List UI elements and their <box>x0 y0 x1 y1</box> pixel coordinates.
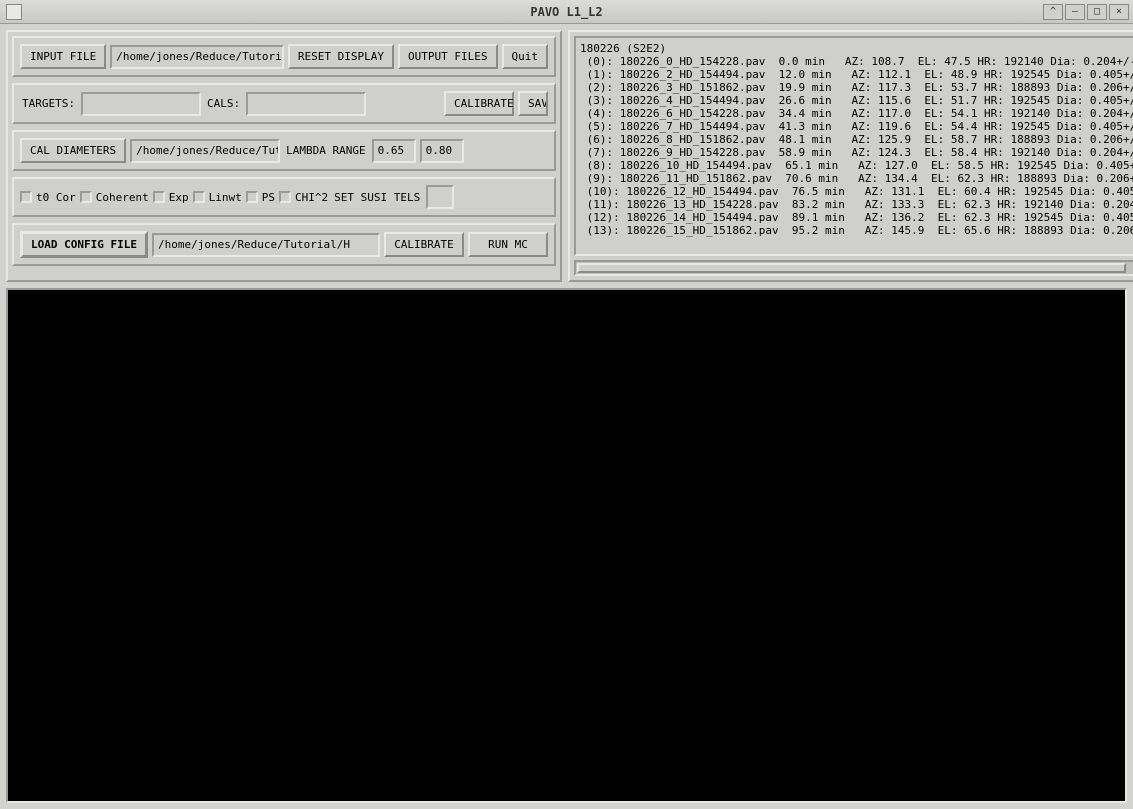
coherent-check[interactable]: Coherent <box>80 191 149 204</box>
load-config-button[interactable]: LOAD CONFIG FILE <box>20 231 148 258</box>
window-title: PAVO L1_L2 <box>0 5 1133 19</box>
app-icon <box>6 4 22 20</box>
log-text[interactable]: 180226 (S2E2) (0): 180226_0_HD_154228.pa… <box>574 36 1133 256</box>
horizontal-scrollbar[interactable] <box>574 260 1133 276</box>
exp-label: Exp <box>169 191 189 204</box>
susi-input[interactable] <box>426 185 454 209</box>
lambda-min-input[interactable]: 0.65 <box>372 139 416 163</box>
close-button[interactable]: × <box>1109 4 1129 20</box>
chi2-check[interactable]: CHI^2 <box>279 191 328 204</box>
t0cor-check[interactable]: t0 Cor <box>20 191 76 204</box>
ps-label: PS <box>262 191 275 204</box>
control-panel: INPUT FILE /home/jones/Reduce/Tutorial/H… <box>6 30 562 282</box>
cals-label: CALS: <box>205 97 242 110</box>
linwt-check[interactable]: Linwt <box>193 191 242 204</box>
coherent-label: Coherent <box>96 191 149 204</box>
row-targets: TARGETS: CALS: CALIBRATE SAVE <box>12 83 556 124</box>
calibrate-button[interactable]: CALIBRATE <box>444 91 514 116</box>
lambda-max-input[interactable]: 0.80 <box>420 139 464 163</box>
ps-check[interactable]: PS <box>246 191 275 204</box>
log-panel: 180226 (S2E2) (0): 180226_0_HD_154228.pa… <box>568 30 1133 282</box>
calibrate2-button[interactable]: CALIBRATE <box>384 232 464 257</box>
hscroll-thumb[interactable] <box>577 263 1126 273</box>
row-calib: CAL DIAMETERS /home/jones/Reduce/Tutor L… <box>12 130 556 171</box>
maximize-button[interactable]: □ <box>1087 4 1107 20</box>
reset-display-button[interactable]: RESET DISPLAY <box>288 44 394 69</box>
run-mc-button[interactable]: RUN MC <box>468 232 548 257</box>
row-config: LOAD CONFIG FILE /home/jones/Reduce/Tuto… <box>12 223 556 266</box>
cal-diameters-button[interactable]: CAL DIAMETERS <box>20 138 126 163</box>
save-button[interactable]: SAVE <box>518 91 548 116</box>
log-content: 180226 (S2E2) (0): 180226_0_HD_154228.pa… <box>580 42 1133 237</box>
input-file-button[interactable]: INPUT FILE <box>20 44 106 69</box>
chi2-label: CHI^2 <box>295 191 328 204</box>
minimize-button[interactable]: – <box>1065 4 1085 20</box>
row-file: INPUT FILE /home/jones/Reduce/Tutorial/H… <box>12 36 556 77</box>
quit-button[interactable]: Quit <box>502 44 549 69</box>
titlebar: PAVO L1_L2 ^ – □ × <box>0 0 1133 24</box>
plot-canvas[interactable] <box>6 288 1127 803</box>
susi-label: SET SUSI TELS <box>332 191 422 204</box>
t0cor-label: t0 Cor <box>36 191 76 204</box>
input-file-path[interactable]: /home/jones/Reduce/Tutorial/H <box>110 45 284 69</box>
cal-diameters-path[interactable]: /home/jones/Reduce/Tutor <box>130 139 280 163</box>
cals-input[interactable] <box>246 92 366 116</box>
lambda-label: LAMBDA RANGE <box>284 144 367 157</box>
linwt-label: Linwt <box>209 191 242 204</box>
targets-input[interactable] <box>81 92 201 116</box>
config-path[interactable]: /home/jones/Reduce/Tutorial/H <box>152 233 380 257</box>
row-options: t0 Cor Coherent Exp Linwt PS CHI^2 SET S… <box>12 177 556 217</box>
targets-label: TARGETS: <box>20 97 77 110</box>
exp-check[interactable]: Exp <box>153 191 189 204</box>
rollup-button[interactable]: ^ <box>1043 4 1063 20</box>
output-files-button[interactable]: OUTPUT FILES <box>398 44 497 69</box>
